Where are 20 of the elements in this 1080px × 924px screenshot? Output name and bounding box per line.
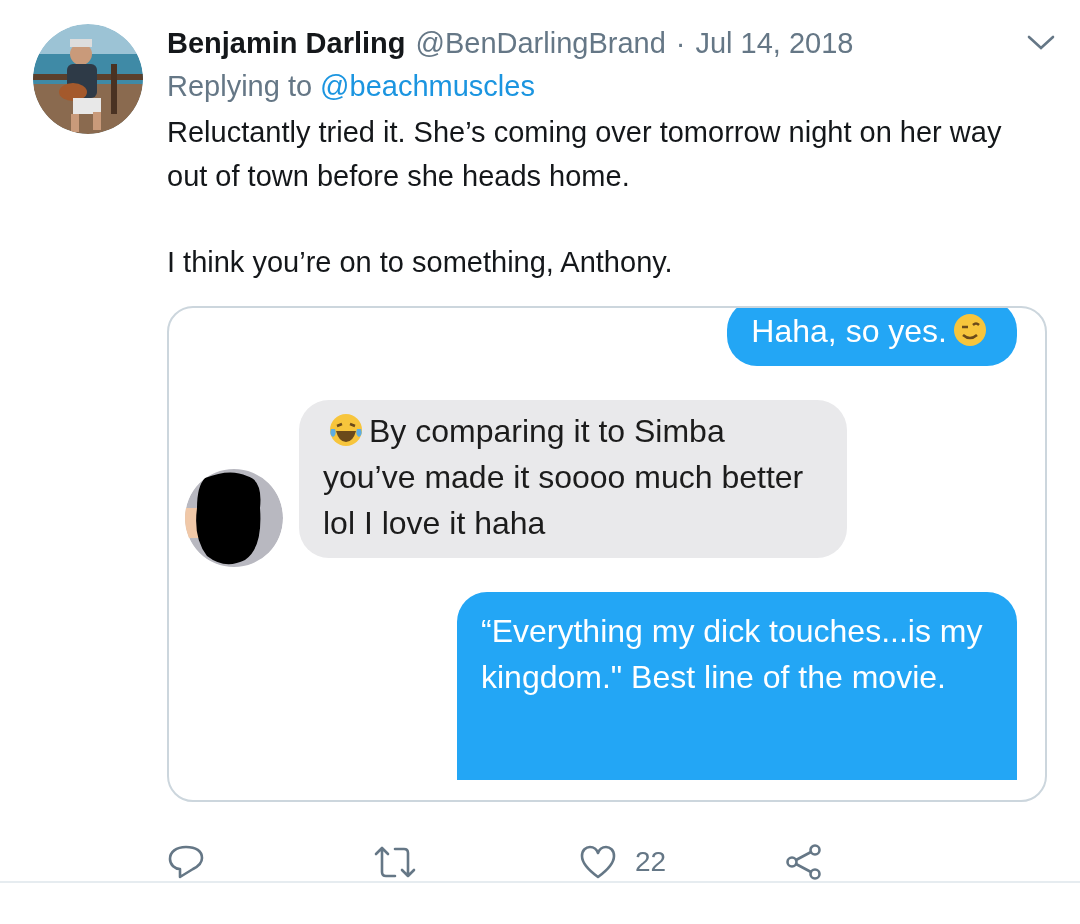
tweet-date[interactable]: Jul 14, 2018 [695,24,854,62]
like-count: 22 [635,846,667,878]
winking-face-icon [953,313,987,347]
retweet-icon[interactable] [373,845,417,879]
message-bubble: “Everything my dick touches...is my kingdom." Best line of the movie. [457,592,1017,780]
author-handle[interactable]: @BenDarlingBrand [415,24,666,62]
tweet-text: Reluctantly tried it. She’s coming over tomorrow night on her way out of town before she heads home. [167,115,1003,194]
reply-handle-link[interactable]: @beachmuscles [320,62,535,110]
share-icon[interactable] [785,844,823,880]
heart-icon[interactable] [579,844,617,880]
replying-label: Replying to [167,69,313,104]
chevron-down-icon[interactable] [1027,35,1055,51]
message-bubble: Haha, so yes. [727,308,1017,366]
author-name[interactable]: Benjamin Darling [167,24,406,62]
media-card[interactable]: Haha, so yes. By comparing it to Simba you’ve made it soooo much better lol I love it haha “Everything my dick touches...is my kingdom." Best line of the movie. [167,306,1047,802]
reply-icon[interactable] [167,844,205,880]
separator-dot: · [675,26,686,61]
laughing-face-icon [329,413,363,447]
message-bubble: By comparing it to Simba you’ve made it soooo much better lol I love it haha [299,400,847,558]
tweet-text: I think you’re on to something, Anthony. [167,245,674,280]
